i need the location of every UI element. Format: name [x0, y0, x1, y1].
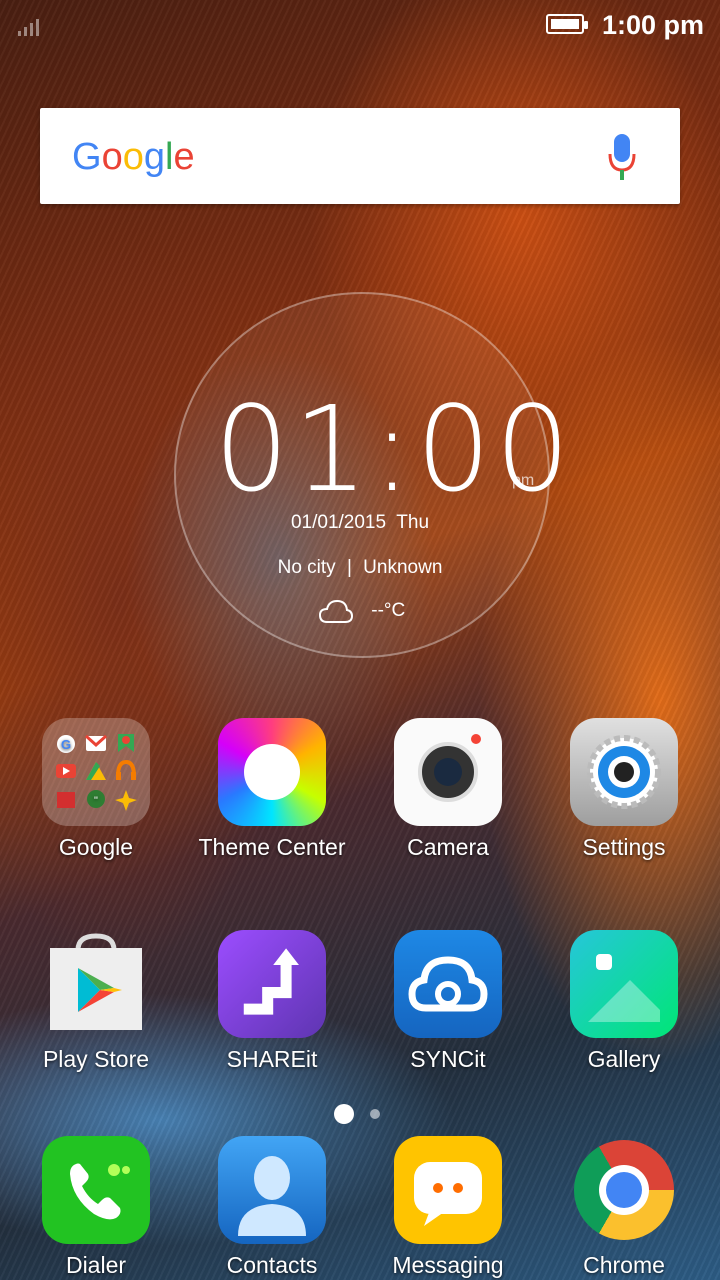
chrome-icon [574, 1140, 674, 1240]
dock-messaging[interactable]: Messaging [360, 1136, 536, 1279]
battery-full-icon [546, 14, 588, 34]
app-label: Messaging [392, 1252, 504, 1278]
app-label: Dialer [65, 1252, 127, 1278]
camera-icon [394, 718, 502, 826]
app-label: SHAREit [226, 1046, 318, 1072]
app-label: Google [58, 834, 134, 860]
settings-icon [570, 718, 678, 826]
google-folder-icon: G " [42, 718, 150, 826]
weather-info: --°C [318, 596, 405, 626]
syncit-icon [394, 930, 502, 1038]
location-separator: | [346, 557, 352, 578]
app-label: Play Store [42, 1046, 150, 1072]
dock-dialer[interactable]: Dialer [8, 1136, 184, 1279]
app-gallery[interactable]: Gallery [536, 930, 712, 1073]
app-camera[interactable]: Camera [360, 718, 536, 861]
app-label: Camera [407, 834, 489, 860]
play-store-icon [42, 930, 150, 1038]
contacts-icon [218, 1136, 326, 1244]
mic-icon[interactable] [608, 132, 636, 182]
clock-ampm: pm [512, 472, 535, 489]
clock-time: 01:00 [214, 380, 575, 518]
app-label: Gallery [587, 1046, 661, 1072]
app-label: Settings [582, 834, 666, 860]
status-bar: 1:00 pm [0, 0, 720, 52]
cloud-icon [318, 599, 354, 623]
google-search-bar[interactable]: Google [40, 108, 680, 204]
app-label: Theme Center [198, 834, 346, 860]
signal-icon [18, 18, 42, 36]
app-theme-center[interactable]: Theme Center [184, 718, 360, 861]
svg-text:": " [94, 795, 98, 807]
dock-chrome[interactable]: Chrome [536, 1136, 712, 1279]
shareit-icon [218, 930, 326, 1038]
clock-date: 01/01/2015 Thu [290, 512, 430, 533]
temperature: --°C [371, 600, 406, 622]
page-dot-active[interactable] [334, 1104, 354, 1124]
city-label: No city [277, 557, 336, 578]
app-label: SYNCit [410, 1046, 486, 1072]
app-settings[interactable]: Settings [536, 718, 712, 861]
google-logo: Google [72, 136, 195, 178]
app-label: Chrome [583, 1252, 665, 1278]
app-label: Contacts [226, 1252, 318, 1278]
dock-contacts[interactable]: Contacts [184, 1136, 360, 1279]
app-syncit[interactable]: SYNCit [360, 930, 536, 1073]
app-shareit[interactable]: SHAREit [184, 930, 360, 1073]
clock-location: No city | Unknown [0, 557, 720, 579]
app-google-folder[interactable]: G " Google [8, 718, 184, 861]
app-play-store[interactable]: Play Store [8, 930, 184, 1073]
svg-text:G: G [61, 737, 71, 752]
page-dot[interactable] [370, 1109, 380, 1119]
messaging-icon [394, 1136, 502, 1244]
dialer-icon [42, 1136, 150, 1244]
gallery-icon [570, 930, 678, 1038]
theme-center-icon [218, 718, 326, 826]
status-time: 1:00 pm [601, 10, 704, 40]
location-status: Unknown [363, 557, 443, 578]
